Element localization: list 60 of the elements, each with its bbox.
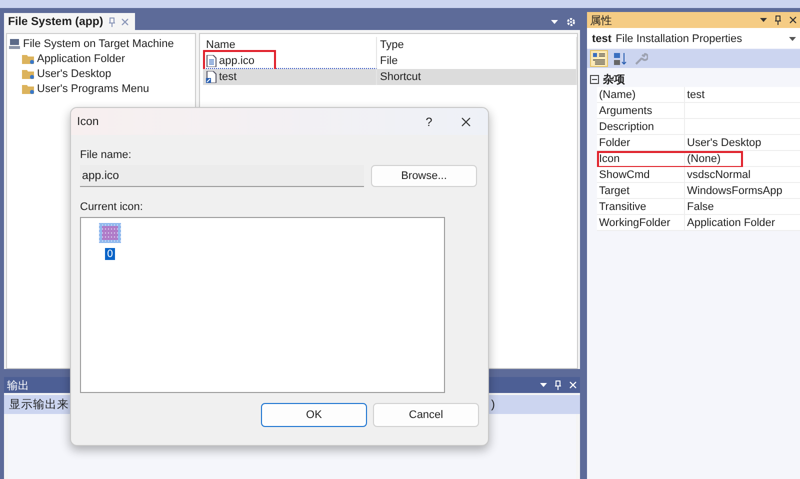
field-label: Current icon: [80,201,144,215]
dialog-title: Icon [77,116,100,128]
property-name[interactable]: Target [597,183,685,199]
column-header[interactable]: Type [377,37,577,53]
file-row[interactable]: test [203,69,377,85]
computer-icon [9,38,20,48]
caret-icon[interactable] [789,37,796,41]
icon-list[interactable]: 0 [80,217,445,393]
tree-item[interactable]: Application Folder [22,51,195,66]
property-name[interactable]: ShowCmd [597,167,685,183]
sort-icon [613,52,627,66]
close-icon[interactable] [789,16,797,24]
collapse-icon[interactable] [590,74,599,84]
folder-icon [22,54,34,64]
property-name[interactable]: Arguments [597,103,685,119]
property-name[interactable]: Description [597,119,685,135]
table-cell: Shortcut [377,69,577,85]
property-name[interactable]: Transitive [597,199,685,215]
document-icon [206,54,217,66]
ok-button[interactable]: OK [261,403,367,427]
property-name[interactable]: WorkingFolder [597,215,685,231]
close-icon [461,116,471,126]
wrench-icon [634,52,648,66]
list-button[interactable] [590,50,608,67]
shortcut-icon [206,71,217,83]
output-source-label: 显示输出来 [9,398,69,412]
cancel-button[interactable]: Cancel [373,403,479,427]
list-icon [592,52,606,66]
folder-icon [22,84,34,94]
input-field[interactable]: app.ico [80,165,364,187]
column-header[interactable]: Name [203,37,377,53]
tree-item[interactable]: User's Desktop [22,66,195,81]
caret-icon[interactable] [551,20,558,24]
caret-icon[interactable] [760,18,767,22]
field-label: File name: [80,149,132,163]
panel-title: 输出 [7,378,30,392]
icon-label[interactable]: 0 [105,248,115,260]
property-value[interactable]: Application Folder [685,215,800,231]
panel-title: 属性 [590,14,613,28]
category-label: 杂项 [603,72,625,86]
property-value[interactable]: False [685,199,800,215]
tree-item[interactable]: File System on Target Machine [9,36,195,51]
folder-icon [22,68,34,78]
property-value[interactable]: test [685,87,800,103]
property-value[interactable]: User's Desktop [685,135,800,151]
property-name[interactable]: (Name) [597,87,685,103]
browse-button[interactable]: Browse... [371,165,477,187]
sort-button[interactable] [611,50,629,67]
object-name: test [592,33,612,45]
property-name[interactable]: Folder [597,135,685,151]
output-source-text: ) [491,398,496,410]
property-value[interactable]: vsdscNormal [685,167,800,183]
gear-icon[interactable] [566,17,576,27]
pin-icon[interactable] [774,15,782,25]
object-type: File Installation Properties [616,33,742,45]
help-button[interactable]: ? [414,114,444,128]
caret-icon[interactable] [540,383,547,387]
tree-item[interactable]: User's Programs Menu [22,81,195,96]
icon-thumbnail[interactable] [99,223,121,243]
property-value[interactable]: WindowsFormsApp [685,183,800,199]
